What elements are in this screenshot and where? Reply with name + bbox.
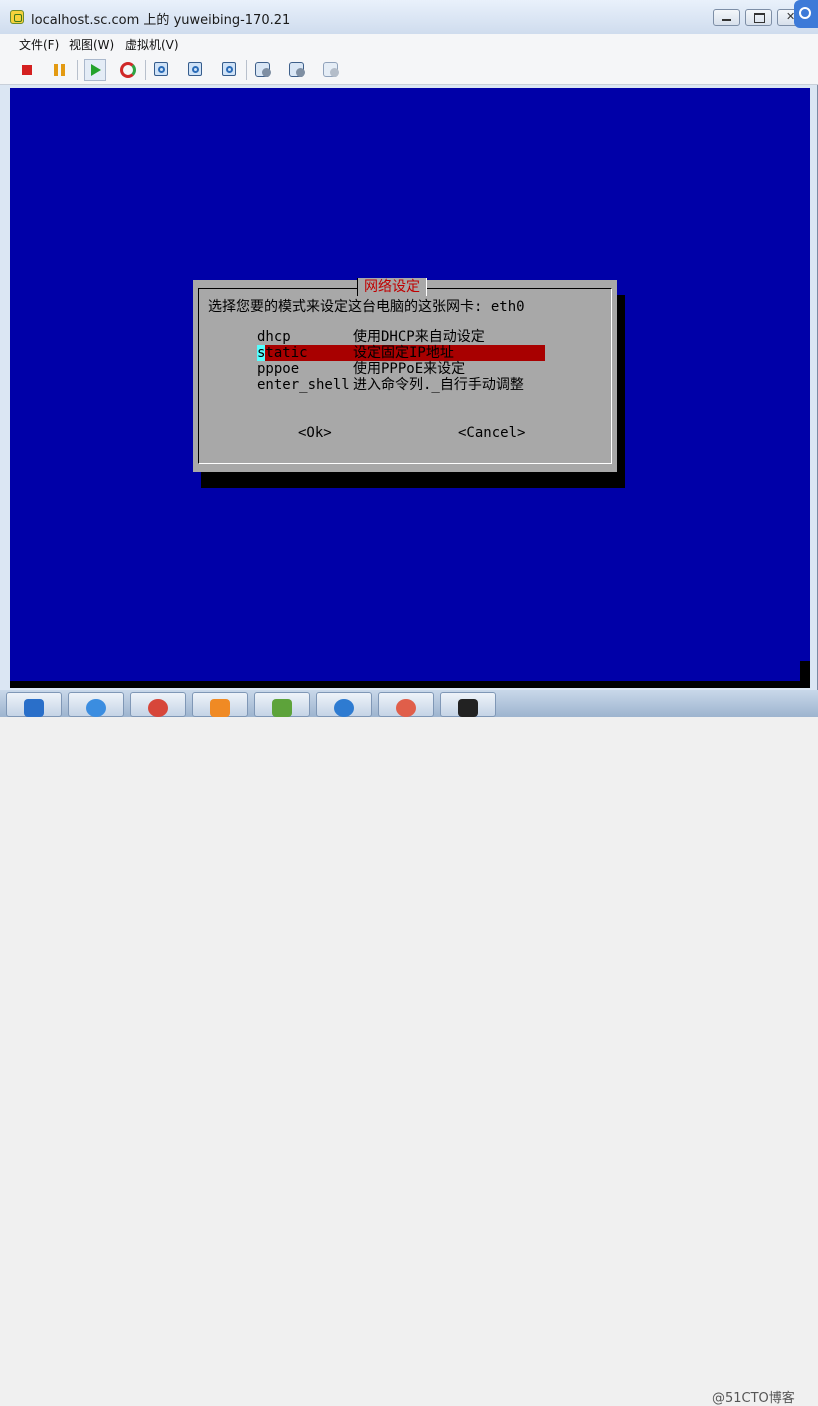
option-desc: 设定固定IP地址 — [353, 345, 454, 361]
menu-bar: 文件(F) 视图(W) 虚拟机(V) — [0, 34, 818, 54]
menu-option-static[interactable]: static 设定固定IP地址 — [257, 345, 545, 361]
taskbar-tool-icon[interactable] — [192, 692, 248, 717]
taskbar: @51CTO博客 — [0, 690, 818, 1406]
taskbar-app-icon[interactable] — [68, 692, 124, 717]
taskbar-terminal-icon[interactable] — [440, 692, 496, 717]
console-screen-bottom — [10, 661, 800, 681]
toolbar-separator — [145, 60, 146, 80]
menu-vm[interactable]: 虚拟机(V) — [125, 36, 179, 53]
taskbar-cloud-icon[interactable] — [316, 692, 372, 717]
maximize-button[interactable] — [745, 9, 772, 26]
option-desc: 使用PPPoE来设定 — [353, 361, 466, 377]
vm-settings-icon[interactable] — [252, 59, 274, 81]
menu-file[interactable]: 文件(F) — [19, 36, 59, 53]
dialog-title: 网络设定 — [357, 278, 427, 296]
pause-icon[interactable] — [49, 59, 71, 81]
menu-option-enter-shell[interactable]: enter_shell 进入命令列._自行手动调整 — [257, 377, 545, 393]
toolbar-separator — [246, 60, 247, 80]
title-bar[interactable]: localhost.sc.com 上的 yuweibing-170.21 — [0, 0, 818, 34]
play-icon[interactable] — [84, 59, 106, 81]
option-desc: 使用DHCP来自动设定 — [353, 329, 485, 345]
ok-button[interactable]: <Ok> — [298, 425, 332, 441]
network-config-dialog: 网络设定 选择您要的模式来设定这台电脑的这张网卡: eth0 dhcp 使用DH… — [193, 278, 617, 472]
window-title: localhost.sc.com 上的 yuweibing-170.21 — [31, 13, 291, 28]
option-key: pppoe — [257, 361, 300, 377]
option-desc: 进入命令列._自行手动调整 — [353, 377, 524, 393]
taskbar-chrome-icon[interactable] — [130, 692, 186, 717]
dialog-prompt: 选择您要的模式来设定这台电脑的这张网卡: eth0 — [208, 299, 525, 315]
disconnect-device-icon[interactable] — [320, 59, 342, 81]
snapshot-revert-icon[interactable] — [185, 59, 207, 81]
menu-view[interactable]: 视图(W) — [69, 36, 114, 53]
cancel-button[interactable]: <Cancel> — [458, 425, 525, 441]
reset-icon[interactable] — [117, 59, 139, 81]
snapshot-manager-icon[interactable] — [219, 59, 241, 81]
taskbar-app2-icon[interactable] — [378, 692, 434, 717]
taskbar-mail-icon[interactable] — [6, 692, 62, 717]
option-key: enter_shell — [257, 377, 350, 393]
toolbar-separator — [77, 60, 78, 80]
taskbar-vsphere-icon[interactable] — [254, 692, 310, 717]
watermark: @51CTO博客 — [712, 1391, 795, 1406]
minimize-button[interactable] — [713, 9, 740, 26]
menu-option-dhcp[interactable]: dhcp 使用DHCP来自动设定 — [257, 329, 545, 345]
snapshot-take-icon[interactable] — [151, 59, 173, 81]
menu-option-pppoe[interactable]: pppoe 使用PPPoE来设定 — [257, 361, 545, 377]
toolbar — [0, 54, 818, 85]
vsphere-vm-icon — [10, 10, 24, 24]
connect-device-icon[interactable] — [286, 59, 308, 81]
stop-icon[interactable] — [16, 59, 38, 81]
floating-widget-icon[interactable] — [794, 0, 818, 28]
option-key: dhcp — [257, 329, 291, 345]
option-key: static — [257, 345, 308, 361]
